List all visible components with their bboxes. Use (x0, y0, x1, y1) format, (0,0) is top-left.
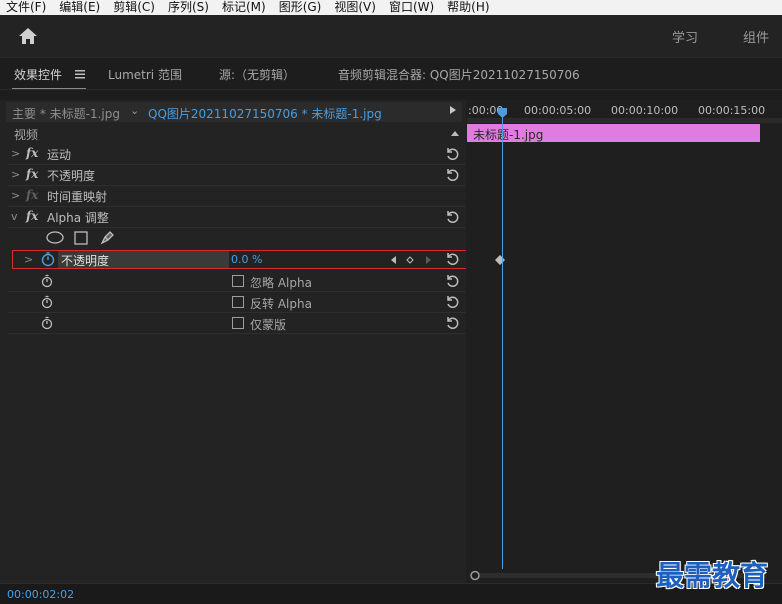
effect-name: 运动 (47, 148, 72, 162)
reset-icon[interactable] (444, 272, 460, 288)
stopwatch-icon[interactable] (41, 274, 53, 288)
ignore-alpha-label: 忽略 Alpha (250, 276, 312, 290)
reset-icon[interactable] (444, 145, 460, 161)
menu-file[interactable]: 文件(F) (0, 0, 53, 15)
keyframe-icon[interactable] (494, 254, 506, 266)
tab-audio-clip-mixer[interactable]: 音频剪辑混合器: QQ图片20211027150706 (338, 66, 580, 83)
fx-icon[interactable]: fx (26, 167, 38, 181)
panel-tabs: 效果控件 Lumetri 范围 源:（无剪辑） 音频剪辑混合器: QQ图片202… (0, 57, 782, 91)
ellipse-mask-icon[interactable] (46, 231, 64, 244)
pen-mask-icon[interactable] (100, 229, 116, 245)
tab-lumetri-scopes[interactable]: Lumetri 范围 (108, 66, 182, 83)
watermark-logo: 最需教育 (656, 559, 769, 592)
clip-name: 未标题-1.jpg (473, 128, 544, 142)
chevron-right-icon[interactable]: > (11, 189, 20, 202)
effect-row-time-remap[interactable]: > fx 时间重映射 (8, 186, 466, 207)
reset-icon[interactable] (444, 208, 460, 224)
video-section-header: 视频 (14, 128, 39, 142)
invert-alpha-label: 反转 Alpha (250, 297, 312, 311)
fx-icon[interactable]: fx (26, 146, 38, 160)
reset-icon[interactable] (444, 293, 460, 309)
menu-window[interactable]: 窗口(W) (383, 0, 441, 15)
rectangle-mask-icon[interactable] (74, 231, 88, 245)
ignore-alpha-checkbox[interactable] (232, 275, 244, 287)
mask-tools (46, 229, 126, 247)
chevron-right-icon[interactable]: > (11, 168, 20, 181)
tab-divider (0, 89, 782, 90)
timecode[interactable]: 00:00:02:02 (7, 588, 74, 601)
effect-name: 时间重映射 (47, 190, 108, 204)
menu-marker[interactable]: 标记(M) (216, 0, 273, 15)
effect-row-alpha-adjust[interactable]: v fx Alpha 调整 (8, 207, 466, 228)
effect-name: 不透明度 (47, 169, 96, 183)
fx-icon: fx (26, 188, 39, 202)
reset-icon[interactable] (444, 166, 460, 182)
stopwatch-icon[interactable] (41, 295, 53, 309)
fx-icon[interactable]: fx (26, 209, 38, 223)
ruler-tick-label: 00:00:10:00 (611, 104, 679, 117)
invert-alpha-row: 反转 Alpha (8, 292, 466, 313)
effect-row-opacity[interactable]: > fx 不透明度 (8, 165, 466, 186)
menu-sequence[interactable]: 序列(S) (162, 0, 216, 15)
chevron-down-icon[interactable]: v (11, 210, 18, 223)
mask-only-row: 仅蒙版 (8, 313, 466, 334)
sequence-clip-label[interactable]: QQ图片20211027150706 * 未标题-1.jpg (148, 105, 382, 122)
workspace-bar: 学习 组件 (0, 15, 782, 57)
tab-effect-controls[interactable]: 效果控件 (14, 66, 62, 83)
play-arrow-icon[interactable] (450, 106, 456, 114)
effect-row-motion[interactable]: > fx 运动 (8, 144, 466, 165)
timeline-panel (466, 100, 782, 583)
chevron-down-icon[interactable]: ⌄ (130, 104, 139, 117)
opacity-param-row[interactable] (12, 250, 511, 269)
workspace-assembly[interactable]: 组件 (743, 27, 769, 46)
mask-only-checkbox[interactable] (232, 317, 244, 329)
invert-alpha-checkbox[interactable] (232, 296, 244, 308)
chevron-right-icon[interactable]: > (11, 147, 20, 160)
collapse-up-icon[interactable] (451, 131, 459, 136)
menu-bar: 文件(F) 编辑(E) 剪辑(C) 序列(S) 标记(M) 图形(G) 视图(V… (0, 0, 782, 15)
menu-edit[interactable]: 编辑(E) (53, 0, 107, 15)
ruler-tick-label: 00:00:15:00 (698, 104, 766, 117)
stopwatch-icon[interactable] (41, 316, 53, 330)
home-icon[interactable] (18, 27, 38, 45)
menu-lines-icon[interactable] (75, 70, 85, 79)
playhead-line[interactable] (502, 112, 503, 569)
reset-icon[interactable] (444, 314, 460, 330)
master-clip-label[interactable]: 主要 * 未标题-1.jpg (12, 105, 120, 122)
menu-clip[interactable]: 剪辑(C) (107, 0, 162, 15)
tab-source[interactable]: 源:（无剪辑） (219, 66, 295, 83)
menu-view[interactable]: 视图(V) (328, 0, 383, 15)
mask-only-label: 仅蒙版 (250, 318, 287, 332)
effect-name: Alpha 调整 (47, 211, 109, 225)
menu-help[interactable]: 帮助(H) (441, 0, 496, 15)
menu-graphics[interactable]: 图形(G) (273, 0, 329, 15)
ruler-tick-label: 00:00:05:00 (524, 104, 592, 117)
workspace-learn[interactable]: 学习 (672, 27, 698, 46)
time-ruler[interactable] (467, 118, 782, 123)
ignore-alpha-row: 忽略 Alpha (8, 271, 466, 292)
